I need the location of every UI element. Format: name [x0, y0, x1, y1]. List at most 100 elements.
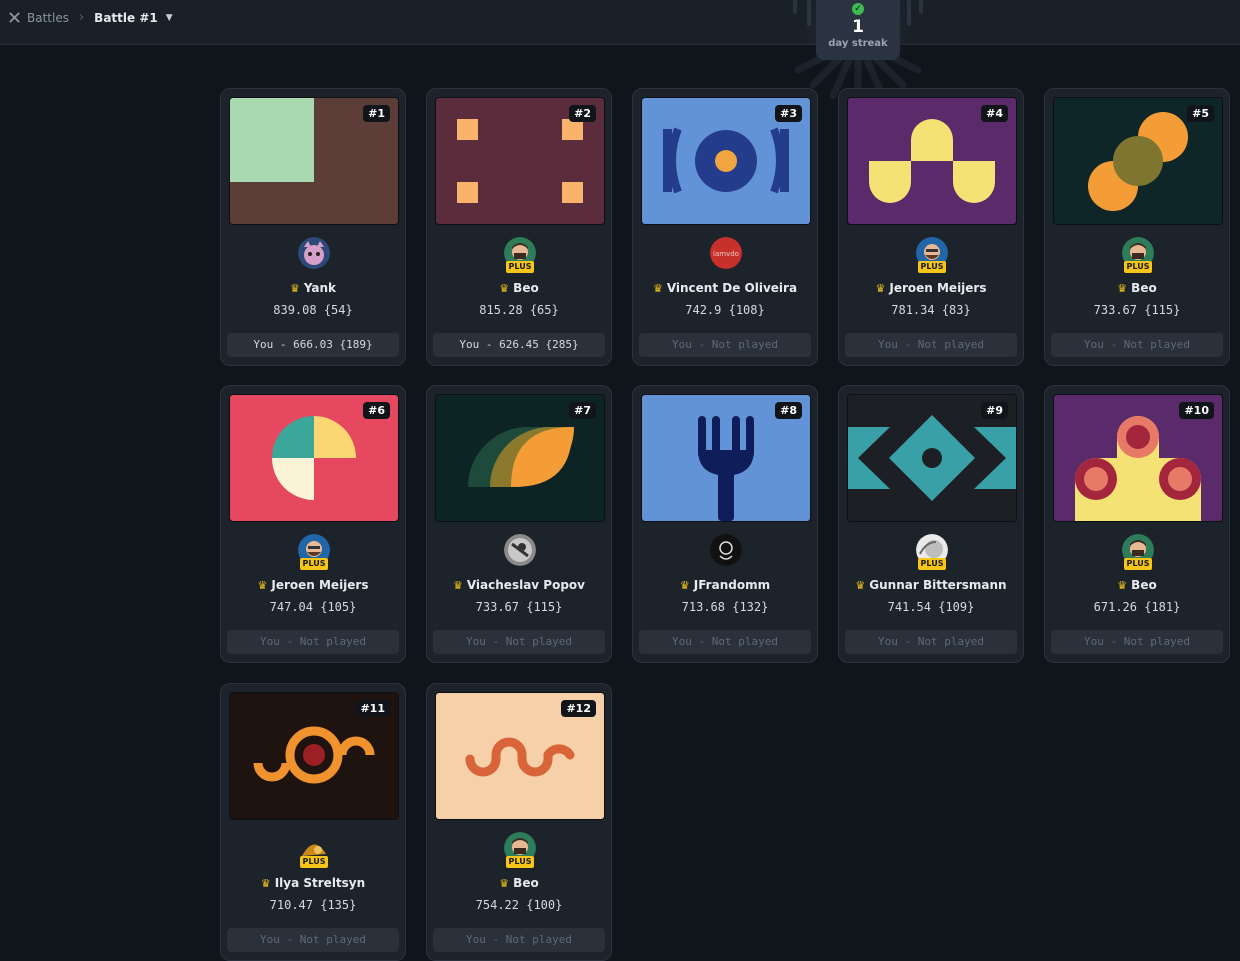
- player-name[interactable]: ♛ Gunnar Bittersmann: [839, 578, 1023, 592]
- target-thumbnail[interactable]: #11: [229, 692, 399, 820]
- target-thumbnail[interactable]: #7: [435, 394, 605, 522]
- target-thumbnail[interactable]: #2: [435, 97, 605, 225]
- player-name[interactable]: ♛ Jeroen Meijers: [839, 281, 1023, 295]
- top-score: 741.54 {109}: [887, 600, 975, 614]
- player-name-text: Beo: [1131, 578, 1157, 592]
- rank-badge: #2: [569, 105, 596, 122]
- player-name-text: Yank: [303, 281, 337, 295]
- top-score: 733.67 {115}: [1093, 303, 1181, 317]
- streak-peg: [807, 0, 811, 26]
- battle-card[interactable]: #3 iamvdo ♛ Vincent De Oliveira 742.9 {10…: [632, 88, 818, 366]
- plus-badge: PLUS: [300, 558, 328, 570]
- streak-badge[interactable]: ✓ 1 day streak: [816, 0, 900, 60]
- rank-badge: #3: [775, 105, 802, 122]
- player-name-text: Gunnar Bittersmann: [869, 578, 1007, 592]
- your-score: You - Not played: [1051, 333, 1223, 357]
- player-name[interactable]: ♛ Beo: [1045, 281, 1229, 295]
- plus-badge: PLUS: [1124, 558, 1152, 570]
- plus-badge: PLUS: [300, 856, 328, 868]
- plus-badge: PLUS: [506, 856, 534, 868]
- plus-badge: PLUS: [918, 558, 946, 570]
- breadcrumb-current-battle[interactable]: Battle #1: [94, 11, 158, 25]
- chevron-down-icon[interactable]: ▼: [166, 13, 173, 23]
- player-name[interactable]: ♛ JFrandomm: [633, 578, 817, 592]
- breadcrumb: Battles › Battle #1 ▼: [8, 10, 173, 25]
- top-bar: Battles › Battle #1 ▼: [0, 0, 1240, 45]
- top-score: 710.47 {135}: [269, 898, 357, 912]
- crown-icon: ♛: [855, 579, 866, 592]
- rank-badge: #4: [981, 105, 1008, 122]
- crown-icon: ♛: [1117, 579, 1128, 592]
- crown-icon: ♛: [452, 579, 463, 592]
- crown-icon: ♛: [1117, 282, 1128, 295]
- battle-card[interactable]: #2 PLUS ♛ Beo 815.28 {65} You - 626.45 {2…: [426, 88, 612, 366]
- player-name-text: Beo: [1131, 281, 1157, 295]
- avatar: [298, 237, 330, 269]
- player-name-text: Viacheslav Popov: [466, 578, 585, 592]
- rank-badge: #1: [363, 105, 390, 122]
- avatar: iamvdo: [710, 237, 742, 269]
- battle-card[interactable]: #1 ♛ Yank 839.08 {54} You - 666.03 {189}: [220, 88, 406, 366]
- target-thumbnail[interactable]: #4: [847, 97, 1017, 225]
- player-name-text: Jeroen Meijers: [889, 281, 987, 295]
- top-score: 747.04 {105}: [269, 600, 357, 614]
- player-name-text: Beo: [513, 876, 539, 890]
- battle-card[interactable]: #5 PLUS ♛ Beo 733.67 {115} You - Not play…: [1044, 88, 1230, 366]
- crown-icon: ♛: [652, 282, 663, 295]
- battle-card[interactable]: #6 PLUS ♛ Jeroen Meijers 747.04 {105} You…: [220, 385, 406, 663]
- player-name[interactable]: ♛ Beo: [1045, 578, 1229, 592]
- rank-badge: #5: [1187, 105, 1214, 122]
- your-score: You - Not played: [433, 630, 605, 654]
- rank-badge: #6: [363, 402, 390, 419]
- your-score: You - 666.03 {189}: [227, 333, 399, 357]
- rank-badge: #12: [561, 700, 596, 717]
- player-name-text: JFrandomm: [693, 578, 771, 592]
- target-thumbnail[interactable]: #12: [435, 692, 605, 820]
- player-name[interactable]: ♛ Ilya Streltsyn: [221, 876, 405, 890]
- target-thumbnail[interactable]: #6: [229, 394, 399, 522]
- target-thumbnail[interactable]: #8: [641, 394, 811, 522]
- target-thumbnail[interactable]: #1: [229, 97, 399, 225]
- plus-badge: PLUS: [918, 261, 946, 273]
- battle-card[interactable]: #4 PLUS ♛ Jeroen Meijers 781.34 {83} You …: [838, 88, 1024, 366]
- top-score: 815.28 {65}: [479, 303, 559, 317]
- avatar: [504, 534, 536, 566]
- player-name[interactable]: ♛ Yank: [221, 281, 405, 295]
- your-score: You - Not played: [227, 630, 399, 654]
- streak-peg: [919, 0, 923, 14]
- streak-peg: [793, 0, 797, 14]
- player-name[interactable]: ♛ Beo: [427, 281, 611, 295]
- player-name[interactable]: ♛ Beo: [427, 876, 611, 890]
- battle-card[interactable]: #8 ♛ JFrandomm 713.68 {132} You - Not pla…: [632, 385, 818, 663]
- player-name[interactable]: ♛ Viacheslav Popov: [427, 578, 611, 592]
- your-score: You - Not played: [639, 333, 811, 357]
- target-thumbnail[interactable]: #10: [1053, 394, 1223, 522]
- crown-icon: ♛: [289, 282, 300, 295]
- crown-icon: ♛: [679, 579, 690, 592]
- battle-card[interactable]: #11 PLUS ♛ Ilya Streltsyn 710.47 {135} Yo…: [220, 683, 406, 961]
- svg-text:iamvdo: iamvdo: [713, 250, 739, 258]
- streak-peg: [907, 0, 911, 26]
- target-thumbnail[interactable]: #3: [641, 97, 811, 225]
- target-thumbnail[interactable]: #9: [847, 394, 1017, 522]
- battles-icon: [9, 12, 20, 23]
- top-score: 713.68 {132}: [681, 600, 769, 614]
- your-score: You - Not played: [639, 630, 811, 654]
- battle-card[interactable]: #9 PLUS ♛ Gunnar Bittersmann 741.54 {109}…: [838, 385, 1024, 663]
- rank-badge: #10: [1179, 402, 1214, 419]
- player-name[interactable]: ♛ Vincent De Oliveira: [633, 281, 817, 295]
- plus-badge: PLUS: [1124, 261, 1152, 273]
- your-score: You - Not played: [433, 928, 605, 952]
- breadcrumb-battles-link[interactable]: Battles: [27, 11, 69, 25]
- target-thumbnail[interactable]: #5: [1053, 97, 1223, 225]
- top-score: 754.22 {100}: [475, 898, 563, 912]
- top-score: 742.9 {108}: [685, 303, 765, 317]
- your-score: You - Not played: [845, 333, 1017, 357]
- player-name[interactable]: ♛ Jeroen Meijers: [221, 578, 405, 592]
- your-score: You - 626.45 {285}: [433, 333, 605, 357]
- battle-card[interactable]: #12 PLUS ♛ Beo 754.22 {100} You - Not pla…: [426, 683, 612, 961]
- avatar: [710, 534, 742, 566]
- battle-card[interactable]: #10 PLUS ♛ Beo 671.26 {181} You - Not pla…: [1044, 385, 1230, 663]
- battle-card[interactable]: #7 ♛ Viacheslav Popov 733.67 {115} You - …: [426, 385, 612, 663]
- crown-icon: ♛: [499, 282, 510, 295]
